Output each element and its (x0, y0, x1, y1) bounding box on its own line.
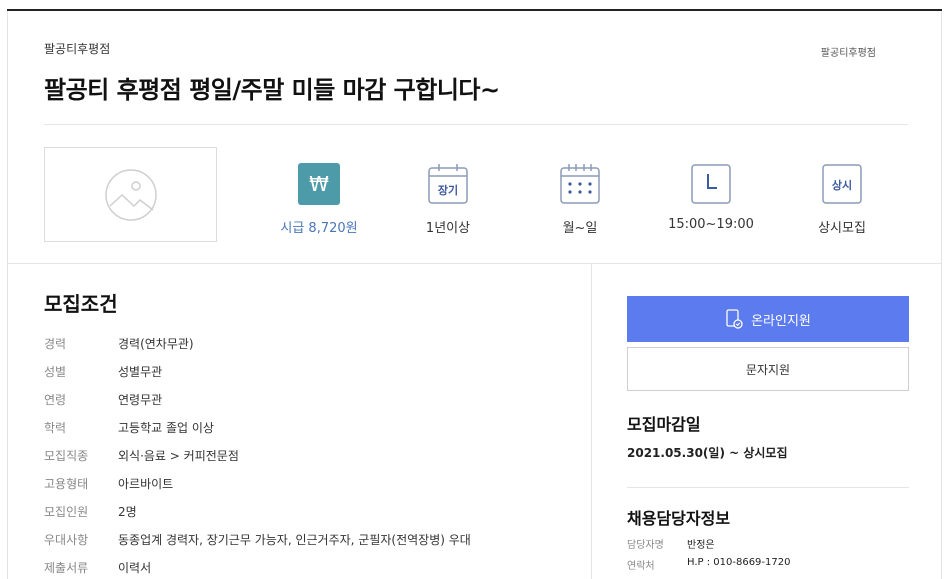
contact-value: 반정은 (687, 540, 715, 551)
divider (627, 487, 909, 488)
column-divider (591, 263, 592, 579)
summary-recruit: 상시 상시모집 (787, 163, 897, 236)
image-placeholder-icon (104, 168, 157, 221)
company-name-right[interactable]: 팔공티후평점 (821, 44, 876, 59)
summary-time-label: 15:00~19:00 (668, 217, 754, 232)
condition-value: 고등학교 졸업 이상 (118, 421, 214, 435)
condition-value: 연령무관 (118, 393, 163, 407)
summary-period-label: 1년이상 (425, 221, 471, 236)
deadline-title: 모집마감일 (627, 415, 701, 434)
online-apply-button[interactable]: 온라인지원 (627, 296, 909, 342)
condition-key: 제출서류 (44, 561, 89, 575)
condition-key: 연령 (44, 393, 67, 407)
deadline-value: 2021.05.30(일) ~ 상시모집 (627, 446, 788, 460)
summary-recruit-label: 상시모집 (818, 221, 866, 236)
online-apply-label: 온라인지원 (751, 313, 811, 329)
summary-period: 장기 1년이상 (393, 163, 503, 236)
summary-days: 월~일 (525, 163, 635, 236)
svg-text:₩: ₩ (309, 172, 329, 196)
condition-key: 고용형태 (44, 477, 89, 491)
contact-value[interactable]: H.P : 010-8669-1720 (687, 557, 790, 568)
always-recruit-icon: 상시 (821, 163, 863, 205)
won-icon: ₩ (298, 163, 340, 205)
contact-key: 담당자명 (627, 540, 664, 551)
condition-key: 우대사항 (44, 533, 89, 547)
company-name[interactable]: 팔공티후평점 (44, 40, 110, 57)
condition-key: 성별 (44, 365, 67, 379)
condition-key: 경력 (44, 337, 67, 351)
calendar-days-icon (559, 163, 601, 205)
condition-key: 모집직종 (44, 449, 89, 463)
calendar-long-term-icon: 장기 (427, 163, 469, 205)
condition-value[interactable]: 외식·음료 > 커피전문점 (118, 447, 239, 464)
condition-value: 2명 (118, 505, 137, 519)
summary-wage: ₩ 시급 8,720원 (264, 163, 374, 236)
divider (44, 124, 908, 125)
company-logo-placeholder (44, 147, 217, 242)
condition-value: 동종업계 경력자, 장기근무 가능자, 인근거주자, 군필자(전역장병) 우대 (118, 533, 471, 547)
condition-key: 학력 (44, 421, 67, 435)
condition-value: 성별무관 (118, 365, 163, 379)
summary-wage-label: 시급 8,720원 (280, 221, 358, 236)
clock-icon (690, 163, 732, 205)
contact-title: 채용담당자정보 (627, 509, 731, 528)
document-apply-icon (726, 309, 743, 329)
svg-text:상시: 상시 (832, 178, 852, 192)
sms-apply-label: 문자지원 (745, 362, 791, 377)
summary-days-label: 월~일 (562, 221, 598, 236)
condition-value: 경력(연차무관) (118, 337, 194, 351)
svg-text:장기: 장기 (438, 183, 458, 197)
condition-key: 모집인원 (44, 505, 89, 519)
section-divider (8, 263, 941, 264)
sms-apply-button[interactable]: 문자지원 (627, 347, 909, 391)
condition-value: 아르바이트 (118, 477, 174, 491)
page-title: 팔공티 후평점 평일/주말 미들 마감 구합니다~ (44, 76, 500, 104)
summary-time: 15:00~19:00 (656, 163, 766, 232)
conditions-title: 모집조건 (44, 292, 118, 316)
contact-key: 연락처 (627, 561, 655, 572)
condition-value: 이력서 (118, 561, 152, 575)
